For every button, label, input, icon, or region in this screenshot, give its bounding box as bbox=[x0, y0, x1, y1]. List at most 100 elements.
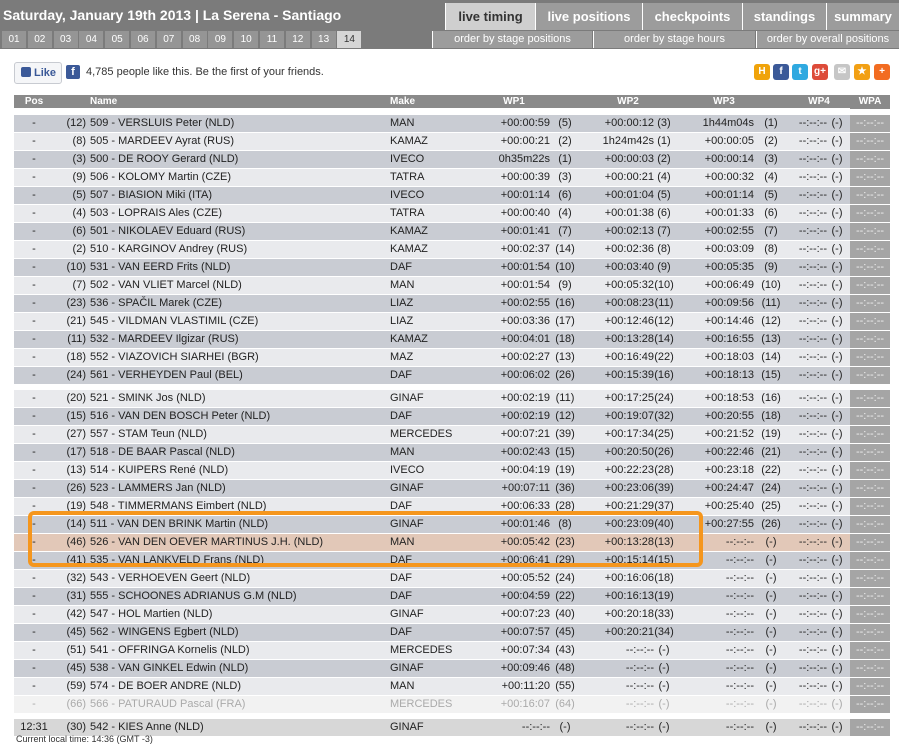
order-button-2[interactable]: order by stage hours bbox=[593, 31, 755, 48]
stage-02-button[interactable]: 02 bbox=[27, 31, 52, 48]
stage-12-button[interactable]: 12 bbox=[285, 31, 310, 48]
cell-rank: (13) bbox=[66, 464, 86, 476]
stage-01-button[interactable]: 01 bbox=[2, 31, 26, 48]
cell-wp4-time: --:--:-- bbox=[798, 464, 827, 476]
cell-make: DAF bbox=[390, 410, 412, 422]
cell-wp4-time: --:--:-- bbox=[798, 207, 827, 219]
share-google-plus-icon[interactable]: g+ bbox=[812, 64, 828, 80]
cell-wp3-time: +00:24:47 bbox=[704, 482, 754, 494]
stage-07-button[interactable]: 07 bbox=[156, 31, 181, 48]
tab-summary[interactable]: summary bbox=[826, 3, 899, 30]
cell-wp2-rank: (32) bbox=[654, 410, 674, 422]
share-favorite-icon[interactable]: ★ bbox=[854, 64, 870, 80]
cell-rank: (9) bbox=[72, 171, 86, 183]
cell-rank: (26) bbox=[66, 482, 86, 494]
stage-14-button[interactable]: 14 bbox=[337, 31, 362, 48]
cell-wpa-time: --:--:-- bbox=[850, 133, 890, 150]
stage-selector: 01 02 03 04 05 06 07 08 09 10 11 12 13 14 order by sta… bbox=[0, 30, 899, 49]
share-email-icon[interactable]: ✉ bbox=[834, 64, 850, 80]
cell-wp2-rank: (16) bbox=[654, 369, 674, 381]
cell-name: 523 - LAMMERS Jan (NLD) bbox=[90, 482, 226, 494]
stage-10-button[interactable]: 10 bbox=[234, 31, 259, 48]
cell-name: 502 - VAN VLIET Marcel (NLD) bbox=[90, 279, 242, 291]
tab-live-positions[interactable]: live positions bbox=[535, 3, 642, 30]
tab-checkpoints[interactable]: checkpoints bbox=[642, 3, 742, 30]
cell-wp1-rank: (14) bbox=[555, 243, 575, 255]
stage-09-button[interactable]: 09 bbox=[208, 31, 233, 48]
table-row: - (4) 503 - LOPRAIS Ales (CZE) TATRA +00:00:… bbox=[14, 205, 890, 223]
cell-wp4-time: --:--:-- bbox=[798, 297, 827, 309]
order-button-3[interactable]: order by overall positions bbox=[756, 31, 899, 48]
stage-04-button[interactable]: 04 bbox=[79, 31, 104, 48]
col-wp2: WP2 bbox=[617, 96, 639, 107]
cell-wp2-rank: (28) bbox=[654, 464, 674, 476]
cell-wp4-rank: (-) bbox=[831, 189, 843, 201]
cell-rank: (32) bbox=[66, 572, 86, 584]
cell-name: 532 - MARDEEV Ilgizar (RUS) bbox=[90, 333, 239, 345]
cell-pos: - bbox=[32, 297, 36, 309]
stage-05-button[interactable]: 05 bbox=[105, 31, 130, 48]
cell-wp3-time: --:--:-- bbox=[725, 662, 754, 674]
cell-rank: (17) bbox=[66, 446, 86, 458]
cell-wpa-time: --:--:-- bbox=[850, 151, 890, 168]
stage-03-button[interactable]: 03 bbox=[53, 31, 78, 48]
cell-make: MAN bbox=[390, 680, 415, 692]
cell-wp4-rank: (-) bbox=[831, 590, 843, 602]
cell-rank: (45) bbox=[66, 662, 86, 674]
cell-wp3-time: +00:00:05 bbox=[704, 135, 754, 147]
table-row: - (31) 555 - SCHOONES ADRIANUS G.M (NLD) DA… bbox=[14, 588, 890, 606]
share-facebook-icon[interactable]: f bbox=[773, 64, 789, 80]
cell-wp4-rank: (-) bbox=[831, 536, 843, 548]
cell-wp1-rank: (2) bbox=[558, 135, 572, 147]
stage-08-button[interactable]: 08 bbox=[182, 31, 207, 48]
cell-wp3-time: +00:00:32 bbox=[704, 171, 754, 183]
cell-wp3-rank: (10) bbox=[761, 279, 781, 291]
cell-wp1-time: +00:07:23 bbox=[500, 608, 550, 620]
cell-name: 521 - SMINK Jos (NLD) bbox=[90, 392, 206, 404]
cell-wp3-time: +00:05:35 bbox=[704, 261, 754, 273]
cell-wp2-rank: (6) bbox=[657, 207, 671, 219]
cell-wp2-time: +00:08:23 bbox=[604, 297, 654, 309]
cell-wp1-time: +00:04:19 bbox=[500, 464, 550, 476]
share-more-icon[interactable]: + bbox=[874, 64, 890, 80]
cell-wp4-rank: (-) bbox=[831, 315, 843, 327]
cell-wp1-rank: (22) bbox=[555, 590, 575, 602]
timing-table: Pos Name Make WP1 WP2 WP3 WP4 WPA - (12) 5… bbox=[14, 95, 890, 737]
cell-rank: (11) bbox=[67, 333, 86, 345]
cell-name: 545 - VILDMAN VLASTIMIL (CZE) bbox=[90, 315, 259, 327]
cell-wp3-time: +00:09:56 bbox=[704, 297, 754, 309]
cell-wp3-time: --:--:-- bbox=[725, 590, 754, 602]
cell-wp4-rank: (-) bbox=[831, 721, 843, 733]
cell-make: GINAF bbox=[390, 482, 424, 494]
order-button-1[interactable]: order by stage positions bbox=[432, 31, 592, 48]
cell-wpa-time: --:--:-- bbox=[850, 642, 890, 659]
cell-name: 500 - DE ROOY Gerard (NLD) bbox=[90, 153, 239, 165]
cell-wp1-time: +00:01:41 bbox=[500, 225, 550, 237]
cell-wp1-time: +00:00:39 bbox=[500, 171, 550, 183]
share-hyves-icon[interactable]: H bbox=[754, 64, 770, 80]
stage-13-button[interactable]: 13 bbox=[311, 31, 336, 48]
stage-11-button[interactable]: 11 bbox=[260, 31, 284, 48]
cell-wp3-time: +00:23:18 bbox=[704, 464, 754, 476]
facebook-like-button[interactable]: Like bbox=[14, 62, 62, 84]
stage-06-button[interactable]: 06 bbox=[131, 31, 155, 48]
cell-wp3-rank: (-) bbox=[765, 698, 777, 710]
share-twitter-icon[interactable]: t bbox=[792, 64, 808, 80]
tab-live-timing[interactable]: live timing bbox=[445, 3, 535, 30]
cell-wp2-time: +00:12:46 bbox=[604, 315, 654, 327]
cell-wp1-rank: (40) bbox=[555, 608, 575, 620]
cell-wp1-rank: (1) bbox=[558, 153, 572, 165]
cell-wp3-rank: (-) bbox=[765, 626, 777, 638]
cell-make: KAMAZ bbox=[390, 333, 428, 345]
cell-name: 509 - VERSLUIS Peter (NLD) bbox=[90, 117, 235, 129]
table-row: - (17) 518 - DE BAAR Pascal (NLD) MAN +00:02… bbox=[14, 444, 890, 462]
cell-wp2-time: +00:19:07 bbox=[604, 410, 654, 422]
cell-wp1-rank: (45) bbox=[555, 626, 575, 638]
cell-pos: - bbox=[32, 590, 36, 602]
cell-pos: - bbox=[32, 626, 36, 638]
tab-standings[interactable]: standings bbox=[742, 3, 826, 30]
cell-wp2-time: +00:20:18 bbox=[604, 608, 654, 620]
cell-wp1-time: +00:07:11 bbox=[501, 482, 550, 494]
cell-wp4-time: --:--:-- bbox=[798, 171, 827, 183]
cell-wp1-time: +00:07:57 bbox=[500, 626, 550, 638]
